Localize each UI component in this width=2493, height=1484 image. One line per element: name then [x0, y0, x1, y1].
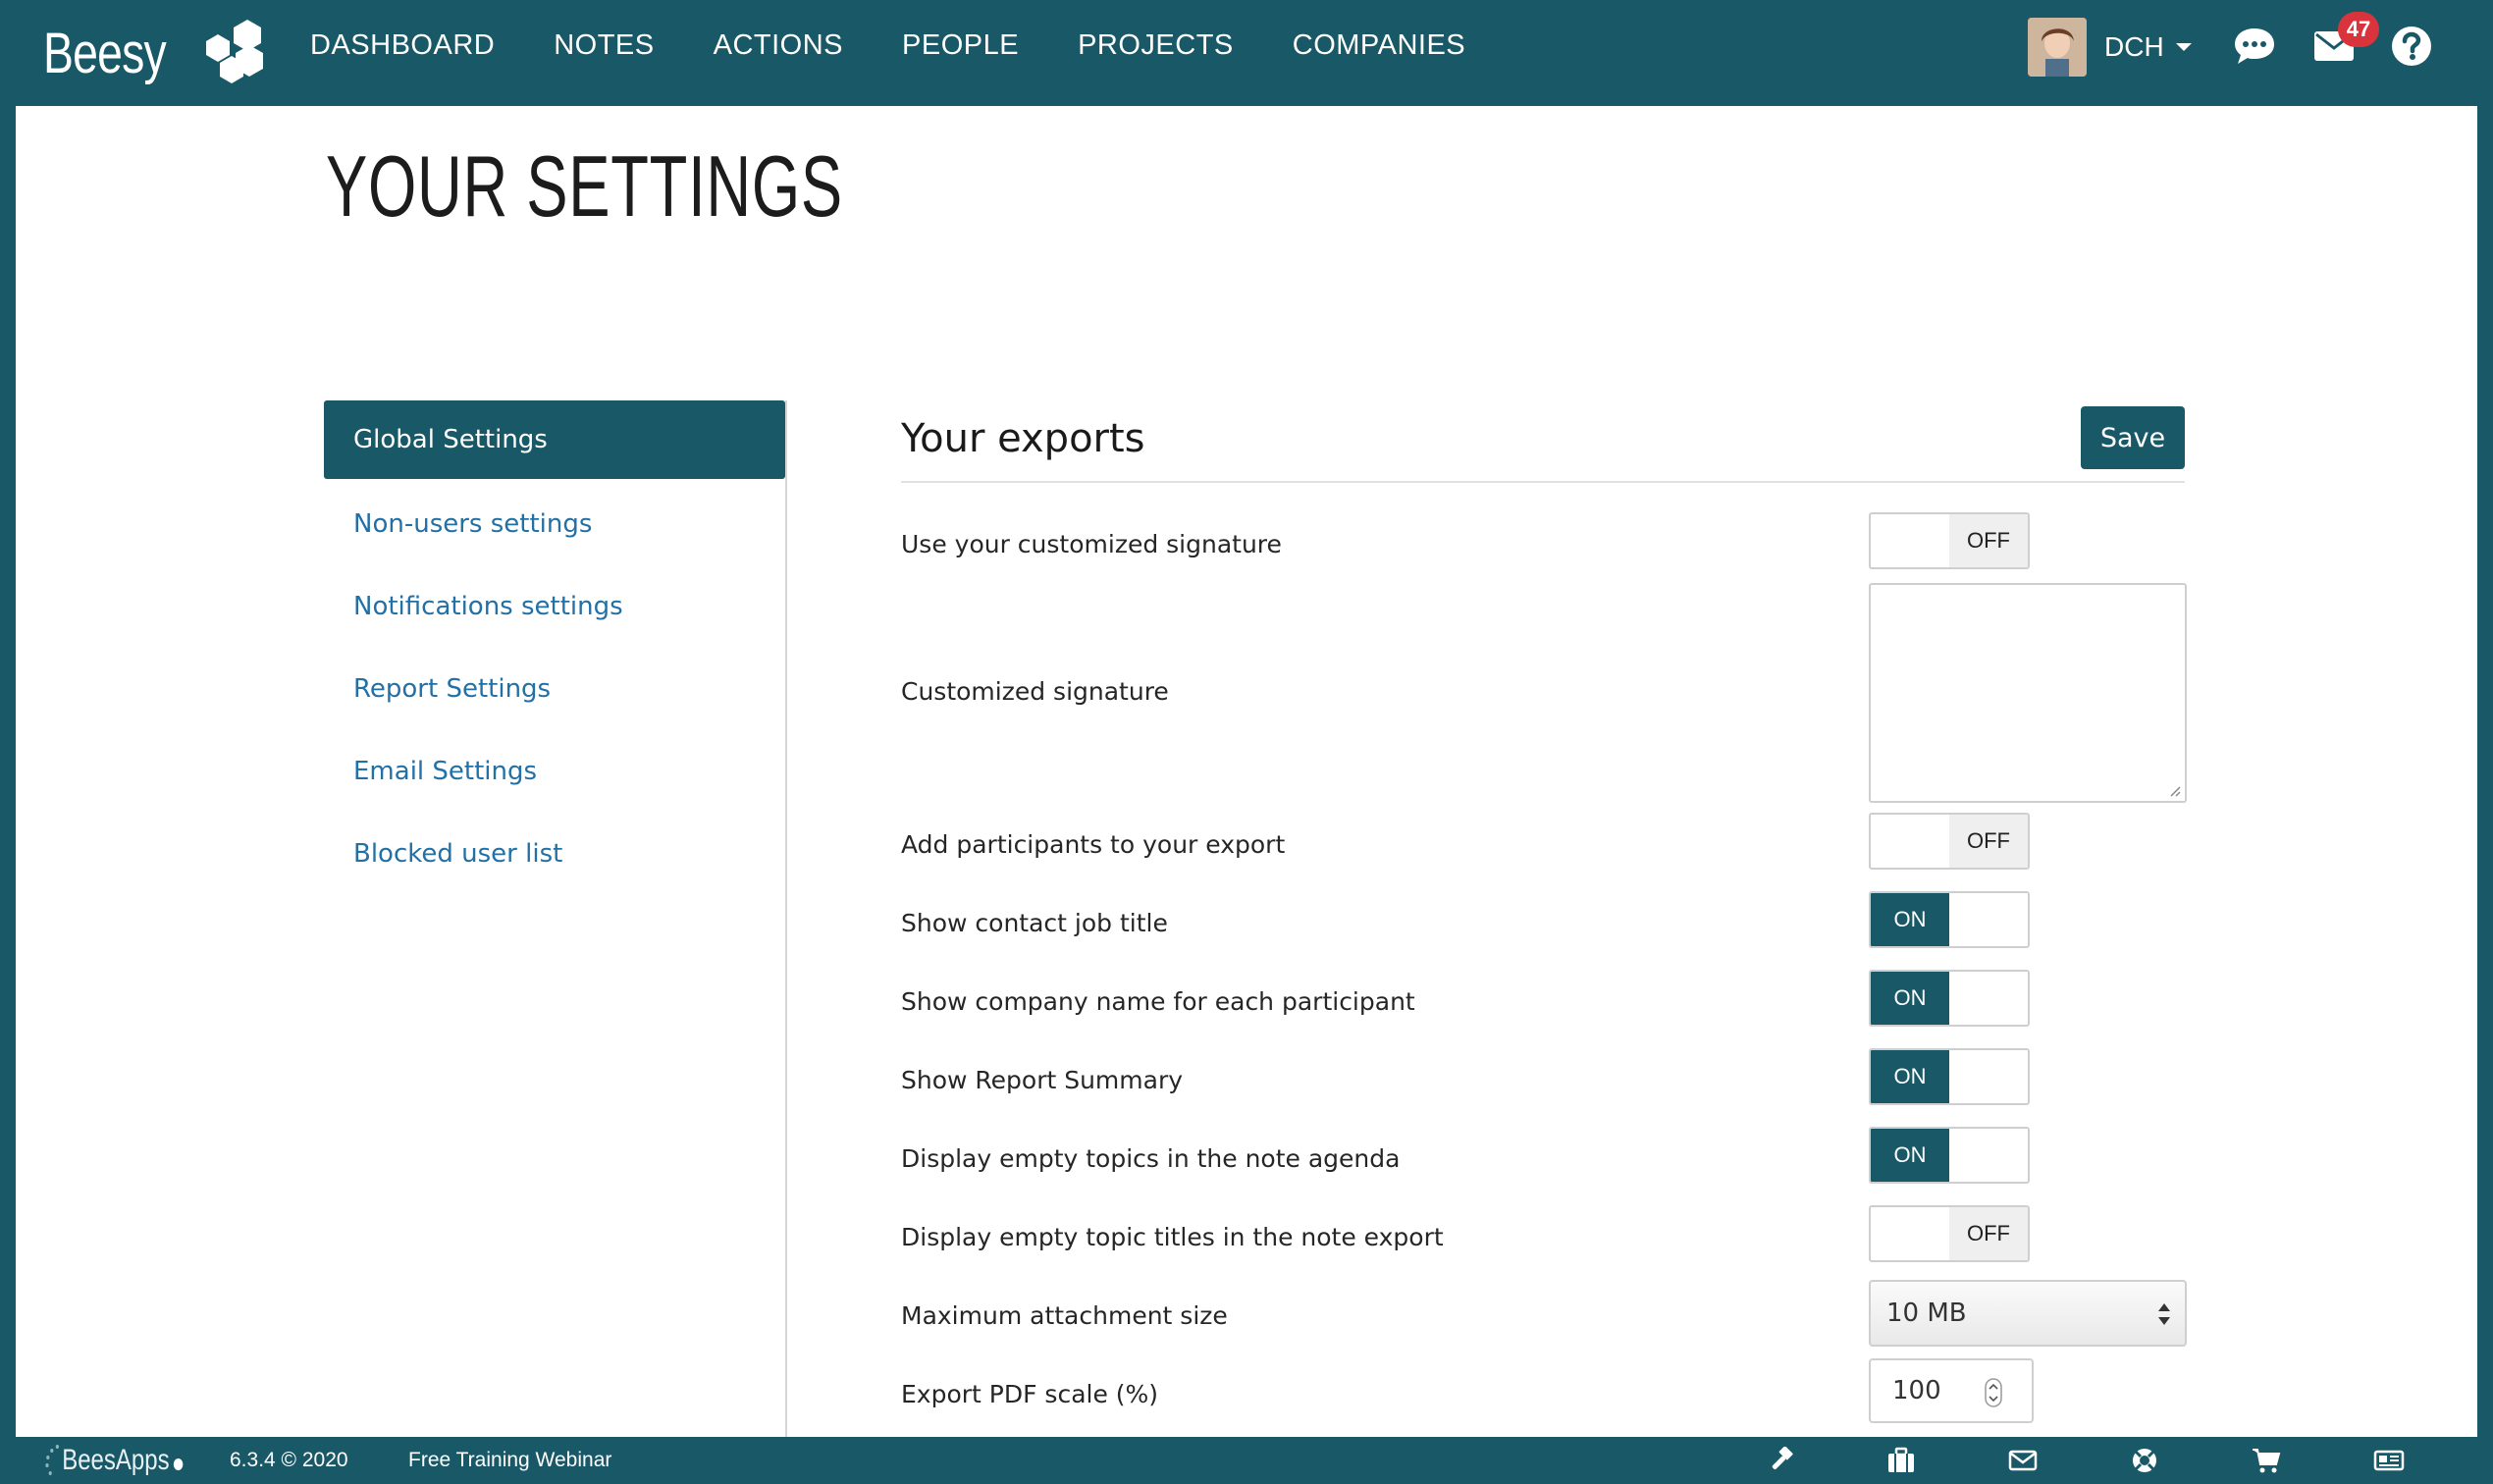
nav-notes[interactable]: NOTES [554, 29, 654, 62]
setting-label: Show Report Summary [901, 1066, 1184, 1094]
attachment-size-select[interactable]: 10 MB [1869, 1280, 2187, 1347]
cart-icon[interactable] [2252, 1447, 2281, 1474]
free-training-webinar-link[interactable]: Free Training Webinar [408, 1449, 611, 1472]
version-text: 6.3.4 © 2020 [230, 1449, 348, 1471]
nav-companies[interactable]: COMPANIES [1293, 29, 1465, 62]
page-title: YOUR SETTINGS [326, 137, 843, 235]
show-report-summary-toggle[interactable]: ON [1869, 1048, 2030, 1105]
briefcase-icon[interactable] [1886, 1447, 1916, 1474]
nav-projects[interactable]: PROJECTS [1078, 29, 1234, 62]
setting-label: Export PDF scale (%) [901, 1380, 1159, 1408]
help-icon[interactable] [2391, 26, 2432, 67]
hammer-icon[interactable] [1767, 1447, 1796, 1474]
lifebuoy-icon[interactable] [2130, 1447, 2159, 1474]
sidebar-item-email-settings[interactable]: Email Settings [324, 730, 785, 813]
sidebar-item-report-settings[interactable]: Report Settings [324, 648, 785, 730]
user-menu[interactable]: DCH [2028, 18, 2192, 77]
toggle-state: ON [1871, 972, 1949, 1025]
show-company-name-toggle[interactable]: ON [1869, 970, 2030, 1027]
select-arrows-icon [2158, 1303, 2170, 1325]
nav-people[interactable]: PEOPLE [902, 29, 1019, 62]
avatar [2028, 18, 2087, 77]
logo-text: Beesy [43, 21, 167, 85]
select-value: 10 MB [1886, 1298, 1967, 1328]
nav-actions[interactable]: ACTIONS [714, 29, 843, 62]
sidebar-item-notifications-settings[interactable]: Notifications settings [324, 565, 785, 648]
settings-sidebar: Global Settings Non-users settings Notif… [324, 400, 787, 1437]
display-empty-topic-titles-toggle[interactable]: OFF [1869, 1205, 2030, 1262]
setting-label: Display empty topic titles in the note e… [901, 1223, 1444, 1251]
caret-down-icon [2175, 43, 2192, 51]
beesapps-logo[interactable]: BeesApps [43, 1443, 184, 1478]
user-initials: DCH [2104, 31, 2164, 62]
toggle-state: OFF [1949, 1207, 2028, 1260]
dotted-circle-icon [45, 1445, 59, 1475]
setting-label: Maximum attachment size [901, 1301, 1228, 1330]
chat-bubble-icon[interactable] [2232, 26, 2277, 67]
setting-label: Add participants to your export [901, 830, 1286, 859]
newspaper-icon[interactable] [2373, 1447, 2405, 1474]
section-header: Your exports Save [901, 400, 2185, 483]
use-signature-toggle[interactable]: OFF [1869, 512, 2030, 569]
settings-content: Your exports Save Use your customized si… [901, 400, 2187, 1423]
section-title: Your exports [901, 416, 1145, 461]
stepper-icon[interactable] [1985, 1378, 2002, 1407]
display-empty-topics-toggle[interactable]: ON [1869, 1127, 2030, 1184]
setting-label: Show contact job title [901, 909, 1168, 937]
main-nav: DASHBOARD NOTES ACTIONS PEOPLE PROJECTS … [310, 0, 1465, 90]
toggle-state: ON [1871, 1129, 1949, 1182]
mail-count-badge: 47 [2338, 12, 2379, 47]
pdf-scale-input[interactable]: 100 [1869, 1358, 2034, 1423]
footer-bar: BeesApps 6.3.4 © 2020 Free Training Webi… [0, 1437, 2493, 1484]
sidebar-item-blocked-user-list[interactable]: Blocked user list [324, 813, 785, 895]
toggle-state: OFF [1949, 514, 2028, 567]
footer-logo-text: BeesApps [62, 1444, 170, 1476]
customized-signature-textarea[interactable] [1869, 583, 2187, 803]
top-navbar: Beesy DASHBOARD NOTES ACTIONS PEOPLE PRO… [0, 0, 2493, 106]
setting-label: Customized signature [901, 677, 1169, 706]
setting-label: Display empty topics in the note agenda [901, 1144, 1401, 1173]
envelope-icon[interactable] [2008, 1447, 2038, 1474]
toggle-state: ON [1871, 1050, 1949, 1103]
show-job-title-toggle[interactable]: ON [1869, 891, 2030, 948]
dot-icon [173, 1458, 184, 1470]
sidebar-item-global-settings[interactable]: Global Settings [324, 400, 785, 479]
save-button[interactable]: Save [2081, 406, 2185, 469]
nav-dashboard[interactable]: DASHBOARD [310, 29, 495, 62]
toggle-state: OFF [1949, 815, 2028, 868]
sidebar-item-non-users-settings[interactable]: Non-users settings [324, 483, 785, 565]
setting-label: Use your customized signature [901, 530, 1282, 558]
beesy-hexagons-icon [206, 20, 263, 83]
main-panel: YOUR SETTINGS Global Settings Non-users … [16, 106, 2477, 1437]
number-value: 100 [1892, 1376, 1941, 1405]
toggle-state: ON [1871, 893, 1949, 946]
add-participants-toggle[interactable]: OFF [1869, 813, 2030, 870]
setting-label: Show company name for each participant [901, 987, 1415, 1016]
resize-handle-icon[interactable] [2167, 783, 2181, 797]
